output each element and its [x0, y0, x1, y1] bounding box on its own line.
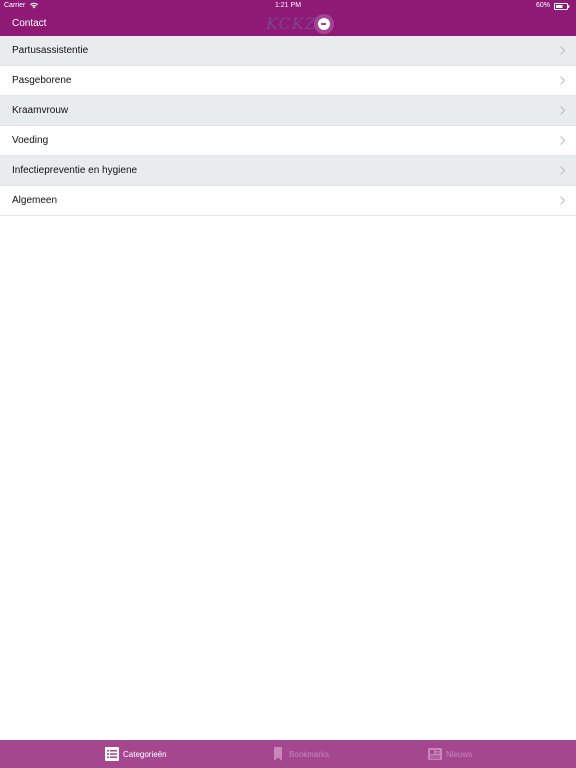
battery-icon [554, 2, 570, 10]
tab-bookmarks[interactable]: Bookmarks [271, 740, 329, 768]
chevron-right-icon [560, 196, 565, 205]
chevron-right-icon [560, 166, 565, 175]
bookmark-icon [274, 747, 282, 761]
status-right: 60% [536, 0, 570, 12]
status-bar: Carrier 1:21 PM 60% [0, 0, 576, 12]
list-item-label: Partusassistentie [12, 45, 89, 56]
app-logo: KCKZ [266, 13, 338, 35]
list-item-infectiepreventie[interactable]: Infectiepreventie en hygiene [0, 156, 576, 186]
battery-percent: 60% [535, 2, 550, 9]
list-item-partusassistentie[interactable]: Partusassistentie [0, 36, 576, 66]
list-item-label: Kraamvrouw [12, 105, 69, 116]
list-item-pasgeborene[interactable]: Pasgeborene [0, 66, 576, 96]
list-item-label: Pasgeborene [12, 75, 72, 86]
tab-label: Nieuws [446, 749, 473, 759]
list-item-voeding[interactable]: Voeding [0, 126, 576, 156]
list-item-label: Voeding [12, 135, 49, 146]
list-item-label: Algemeen [12, 195, 58, 206]
tab-categorieen[interactable]: Categorieën [105, 740, 167, 768]
logo-circle [314, 14, 334, 34]
category-list: Partusassistentie Pasgeborene Kraamvrouw… [0, 36, 576, 216]
chevron-right-icon [560, 76, 565, 85]
status-time: 1:21 PM [274, 2, 302, 9]
list-icon [105, 747, 119, 761]
tab-nieuws[interactable]: Nieuws [428, 740, 472, 768]
tab-label: Bookmarks [289, 749, 330, 759]
contact-button[interactable]: Contact [12, 12, 46, 36]
logo-dot [318, 18, 330, 30]
chevron-right-icon [560, 136, 565, 145]
logo-dash [321, 23, 326, 25]
chevron-right-icon [560, 46, 565, 55]
list-item-algemeen[interactable]: Algemeen [0, 186, 576, 216]
chevron-right-icon [560, 106, 565, 115]
tab-bar: Categorieën Bookmarks Nieuws [0, 740, 576, 768]
list-item-label: Infectiepreventie en hygiene [12, 165, 138, 176]
top-bar: Carrier 1:21 PM 60% Contact KCKZ [0, 0, 576, 36]
newspaper-icon [428, 748, 442, 760]
navigation-bar: Contact KCKZ [0, 12, 576, 36]
logo-text: KCKZ [266, 14, 317, 33]
list-item-kraamvrouw[interactable]: Kraamvrouw [0, 96, 576, 126]
tab-label: Categorieën [123, 749, 167, 759]
